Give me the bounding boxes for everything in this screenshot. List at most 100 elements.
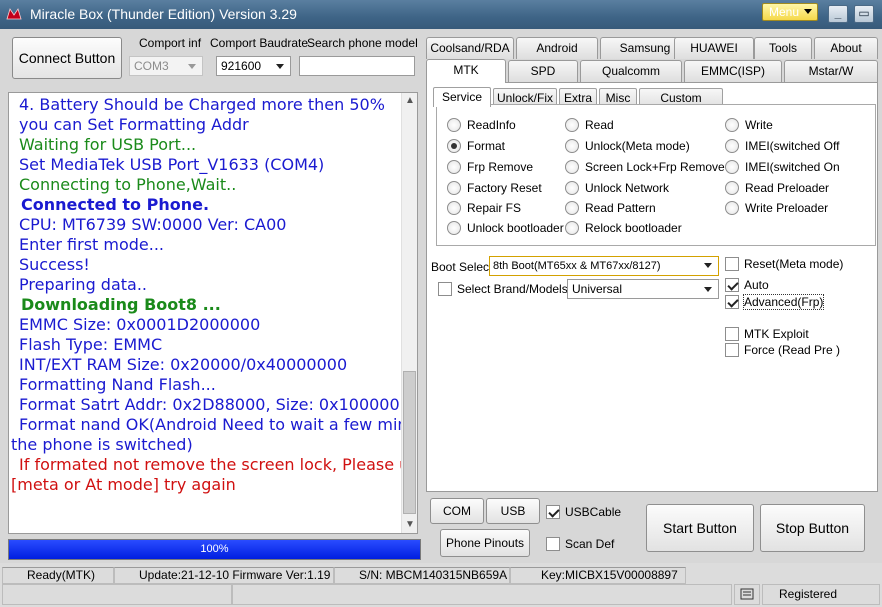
radio-dot[interactable] [447,139,461,153]
log-line: Set MediaTek USB Port_V1633 (COM4) [19,155,325,174]
tab-android[interactable]: Android [516,37,598,59]
chevron-down-icon [804,9,812,14]
radio-dot[interactable] [565,201,579,215]
comport-select[interactable]: COM3 [129,56,203,76]
log-line: Success! [19,255,90,274]
select-brand-label: Select Brand/Models [457,282,568,296]
radio-dot[interactable] [447,160,461,174]
tab-mstar[interactable]: Mstar/W [784,60,878,82]
log-line: Format Satrt Addr: 0x2D88000, Size: 0x10… [19,395,400,414]
tab-tools[interactable]: Tools [754,37,812,59]
connect-button[interactable]: Connect Button [12,37,122,79]
brand-select[interactable]: Universal [567,279,719,299]
log-scrollbar[interactable]: ▲ ▼ [401,93,417,533]
log-lines: 4. Battery Should be Charged more then 5… [9,95,418,495]
radio-dot[interactable] [565,139,579,153]
minimize-button[interactable]: _ [828,5,848,23]
tab-coolsand[interactable]: Coolsand/RDA [426,37,514,59]
search-label: Search phone model [307,36,418,50]
scroll-down-icon[interactable]: ▼ [405,520,415,530]
restore-button[interactable]: ▭ [854,5,874,23]
menu-label: Menu [769,5,800,19]
window-title: Miracle Box (Thunder Edition) Version 3.… [30,6,297,22]
status-bar: Ready(MTK) Update:21-12-10 Firmware Ver:… [0,563,882,607]
boot-select-value: 8th Boot(MT65xx & MT67xx/8127) [493,260,661,272]
chevron-down-icon [704,263,712,268]
checkbox-box[interactable] [438,282,452,296]
main-panel: Connect Button Comport inf COM3 Comport … [0,29,882,563]
radio-dot[interactable] [725,139,739,153]
baud-select[interactable]: 921600 [216,56,291,76]
subtab-service[interactable]: Service [433,87,491,107]
progress-label: 100% [200,543,229,555]
tab-emmc-isp[interactable]: EMMC(ISP) [684,60,782,82]
usb-scan-button[interactable]: USB Scan [486,498,540,542]
radio-label: Read Preloader [745,181,830,195]
search-input[interactable] [299,56,415,76]
checkbox-box[interactable] [546,505,560,519]
menu-button[interactable]: Menu [762,3,818,21]
status-empty-2 [232,584,732,605]
checkbox-box[interactable] [725,327,739,341]
chevron-down-icon [188,64,196,69]
radio-label: Frp Remove [467,160,534,174]
scroll-up-icon[interactable]: ▲ [405,96,415,106]
chevron-down-icon [704,287,712,292]
com-scan-button[interactable]: COM Scan [430,498,484,542]
status-registered: Registered [762,584,880,605]
log-line: If formated not remove the screen lock, … [19,455,418,474]
radio-dot[interactable] [725,181,739,195]
log-line: [meta or At mode] try again [11,475,236,494]
log-line: Connecting to Phone,Wait.. [19,175,237,194]
checkbox-box[interactable] [725,278,739,292]
start-button[interactable]: Start Button [646,504,754,552]
tab-mtk[interactable]: MTK [426,59,506,83]
radio-dot[interactable] [565,221,579,235]
radio-label: Write Preloader [745,201,829,215]
status-empty-1 [2,584,232,605]
boot-select[interactable]: 8th Boot(MT65xx & MT67xx/8127) [489,256,719,276]
radio-label: Format [467,139,506,153]
title-bar: Miracle Box (Thunder Edition) Version 3.… [0,0,882,29]
tab-spd[interactable]: SPD [508,60,578,82]
scroll-thumb[interactable] [403,371,416,514]
scan-def-label: Scan Def [565,537,615,551]
radio-label: Read Pattern [585,201,656,215]
radio-dot[interactable] [447,221,461,235]
radio-label: Unlock bootloader [467,221,564,235]
log-panel[interactable]: 4. Battery Should be Charged more then 5… [8,92,418,534]
radio-dot[interactable] [447,181,461,195]
log-line: CPU: MT6739 SW:0000 Ver: CA00 [19,215,287,234]
tab-about[interactable]: About [814,37,878,59]
log-line: 4. Battery Should be Charged more then 5… [19,95,385,114]
radio-label: Write [745,118,773,132]
service-options: ReadInfo Format Frp Remove Factory Reset Rep… [436,104,876,246]
radio-dot[interactable] [725,201,739,215]
chevron-down-icon [276,64,284,69]
checkbox-box[interactable] [725,343,739,357]
checkbox-box[interactable] [546,537,560,551]
log-line: Enter first mode... [19,235,165,254]
phone-pinouts-button[interactable]: Phone Pinouts [440,529,530,557]
progress-bar: 100% [8,539,421,560]
radio-label: Screen Lock+Frp Remove [585,160,725,174]
checkbox-box[interactable] [725,257,739,271]
radio-dot[interactable] [725,160,739,174]
stop-button[interactable]: Stop Button [760,504,865,552]
radio-label: Relock bootloader [585,221,682,235]
radio-label: IMEI(switched Off [745,139,840,153]
tab-huawei[interactable]: HUAWEI [674,37,754,59]
radio-dot[interactable] [447,201,461,215]
radio-dot[interactable] [565,118,579,132]
log-line: Formatting Nand Flash... [19,375,216,394]
baud-label: Comport Baudrate [210,36,309,50]
radio-label: Factory Reset [467,181,542,195]
tab-qualcomm[interactable]: Qualcomm [580,60,682,82]
radio-dot[interactable] [565,181,579,195]
radio-dot[interactable] [725,118,739,132]
checkbox-box[interactable] [725,295,739,309]
radio-dot[interactable] [565,160,579,174]
log-line: you can Set Formatting Addr [19,115,249,134]
log-line: Downloading Boot8 ... [21,295,221,314]
radio-dot[interactable] [447,118,461,132]
